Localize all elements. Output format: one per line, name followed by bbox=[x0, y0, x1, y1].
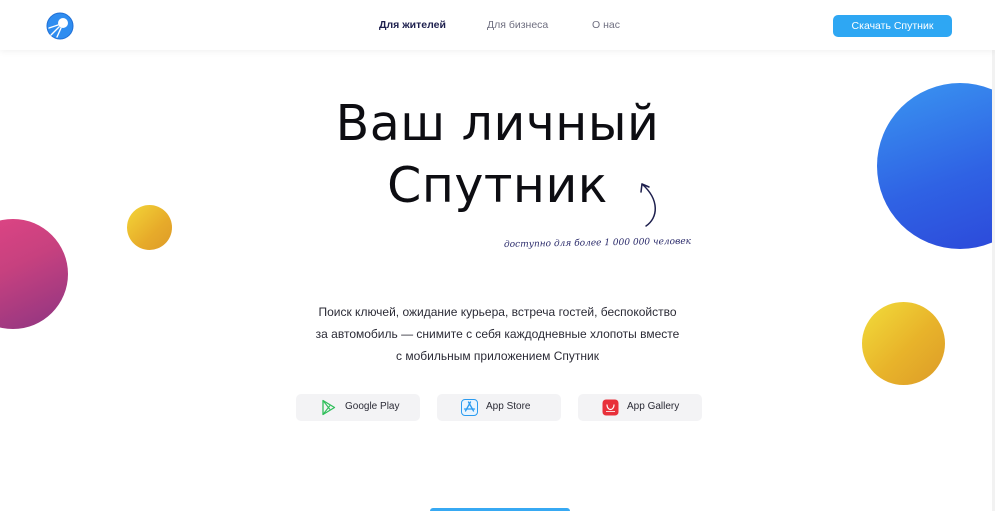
hero-description: Поиск ключей, ожидание курьера, встреча … bbox=[0, 301, 995, 367]
handdrawn-arrow-icon bbox=[640, 183, 656, 227]
landing-page: Для жителей Для бизнеса О нас Скачать Сп… bbox=[0, 0, 995, 511]
app-gallery-label: App Gallery bbox=[627, 401, 680, 412]
app-store-button[interactable]: App Store bbox=[437, 394, 561, 421]
users-count-note: доступно для более 1 000 000 человек bbox=[503, 236, 692, 250]
app-gallery-button[interactable]: App Gallery bbox=[578, 394, 702, 421]
description-line-3: с мобильным приложением Спутник bbox=[395, 349, 599, 363]
nav-link-business[interactable]: Для бизнеса bbox=[487, 19, 548, 31]
hero-title-line-1: Ваш личный bbox=[335, 95, 660, 152]
google-play-icon bbox=[322, 399, 336, 416]
app-store-icon bbox=[461, 399, 478, 416]
google-play-label: Google Play bbox=[345, 401, 400, 412]
header: Для жителей Для бизнеса О нас Скачать Сп… bbox=[0, 0, 995, 50]
app-gallery-icon bbox=[602, 399, 619, 416]
description-line-2: за автомобиль — снимите с себя каждоднев… bbox=[315, 327, 680, 341]
hero-title-line-2: Спутник bbox=[387, 157, 608, 214]
app-store-label: App Store bbox=[486, 401, 531, 412]
hero-title: Ваш личный Спутник bbox=[0, 93, 995, 217]
description-line-1: Поиск ключей, ожидание курьера, встреча … bbox=[318, 305, 677, 319]
google-play-button[interactable]: Google Play bbox=[296, 394, 420, 421]
sputnik-logo-icon[interactable] bbox=[46, 12, 74, 40]
nav-link-about[interactable]: О нас bbox=[592, 19, 620, 31]
nav-link-residents[interactable]: Для жителей bbox=[379, 19, 446, 31]
download-sputnik-button[interactable]: Скачать Спутник bbox=[833, 15, 952, 37]
